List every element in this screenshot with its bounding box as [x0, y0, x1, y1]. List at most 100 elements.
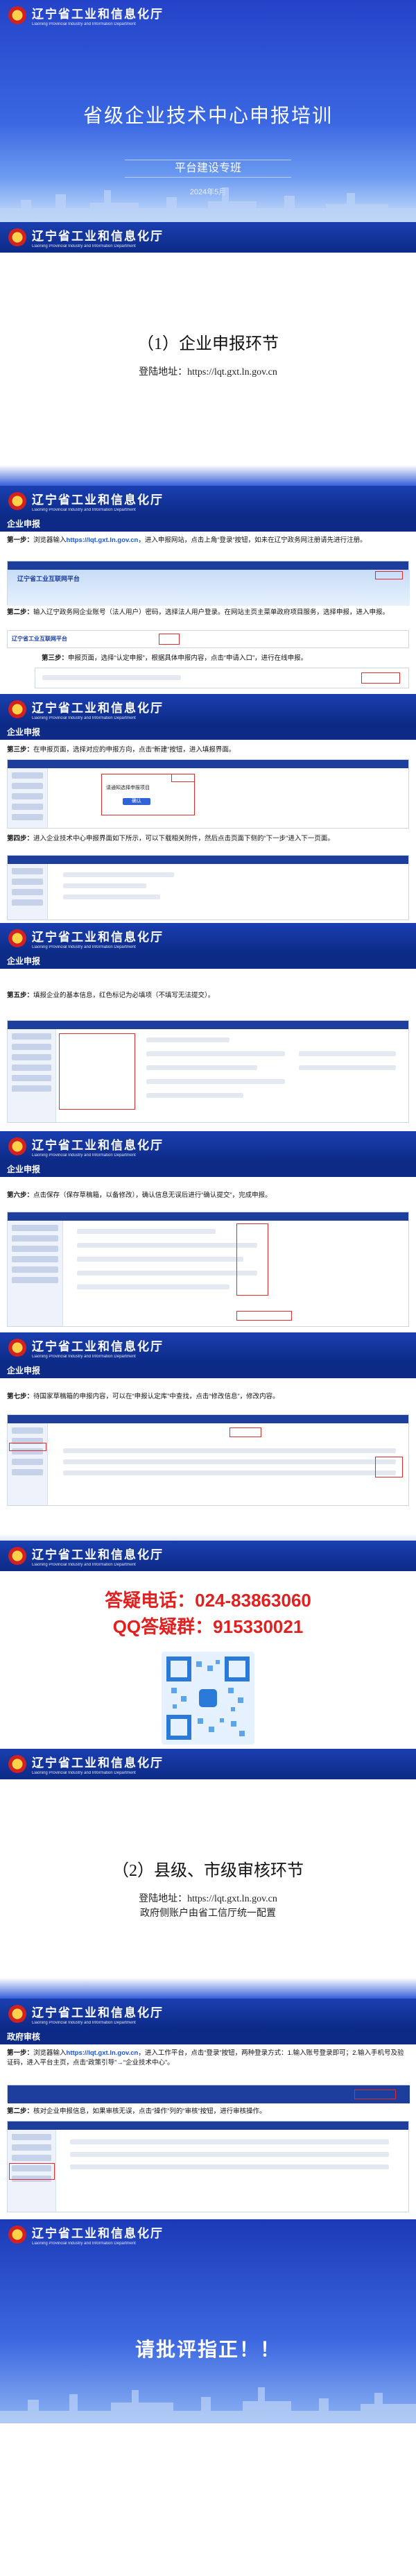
- login-highlight: [375, 571, 403, 579]
- site-name: 辽宁省工业互联网平台: [17, 575, 80, 582]
- emblem-icon: [8, 2005, 26, 2023]
- step-text-a: 浏览器输入: [33, 2049, 67, 2057]
- header-subtitle: Liaoning Provincial Industry and Informa…: [32, 945, 136, 949]
- step-slide-1: 辽宁省工业和信息化厅 Liaoning Provincial Industry …: [0, 486, 416, 694]
- step-text: 第一步：浏览器输入https://lqt.gxt.ln.gov.cn，进入申报网…: [0, 536, 416, 545]
- login-highlight: [354, 2090, 396, 2099]
- header-title: 辽宁省工业和信息化厅: [32, 2006, 164, 2019]
- site-link[interactable]: https://lqt.gxt.ln.gov.cn: [67, 536, 139, 544]
- slide-header: 辽宁省工业和信息化厅 Liaoning Provincial Industry …: [0, 1131, 416, 1162]
- step-text-body: 申报页面，选择“认定申报”，根据具体申报内容，点击“申请入口”，进行在线申报。: [68, 654, 308, 662]
- slide-footer: [0, 465, 416, 486]
- header-title: 辽宁省工业和信息化厅: [32, 1548, 164, 1561]
- new-highlight: [171, 774, 195, 782]
- step-text-body: 待国家草稿箱的申报内容，可以在“申报认定库”中查找，点击“修改信息”，修改内容。: [33, 1393, 279, 1400]
- contact-slide: 辽宁省工业和信息化厅 Liaoning Provincial Industry …: [0, 1541, 416, 1749]
- header-subtitle: Liaoning Provincial Industry and Informa…: [32, 1563, 136, 1567]
- menu-screenshot: 辽宁省工业互联网平台: [7, 630, 409, 648]
- header-title: 辽宁省工业和信息化厅: [32, 1756, 164, 1770]
- menu-highlight: [159, 634, 180, 645]
- review-slide: 辽宁省工业和信息化厅 Liaoning Provincial Industry …: [0, 1999, 416, 2219]
- site-link[interactable]: https://lqt.gxt.ln.gov.cn: [67, 2049, 139, 2057]
- step-text-body: 填报企业的基本信息，红色标记为必填项（不填写无法提交）。: [33, 992, 215, 999]
- step-text-body: 输入辽宁政务网企业账号（法人用户）密码，选择法人用户登录。在网站主页主菜单政府项…: [33, 609, 390, 616]
- header-title: 辽宁省工业和信息化厅: [32, 493, 164, 507]
- step-text: 第二步：输入辽宁政务网企业账号（法人用户）密码，选择法人用户登录。在网站主页主菜…: [0, 608, 416, 618]
- login-url: 登陆地址：https://lqt.gxt.ln.gov.cn: [139, 1894, 277, 1904]
- header-subtitle: Liaoning Provincial Industry and Informa…: [32, 1153, 136, 1158]
- emblem-icon: [8, 6, 26, 24]
- file-highlight: [236, 1223, 268, 1296]
- header-subtitle: Liaoning Provincial Industry and Informa…: [32, 508, 136, 512]
- emblem-icon: [8, 2226, 26, 2244]
- header-subtitle: Liaoning Provincial Industry and Informa…: [32, 22, 136, 26]
- header-title: 辽宁省工业和信息化厅: [32, 702, 164, 715]
- review-screenshot: [7, 2121, 409, 2212]
- phone-line: 答疑电话：024-83863060: [105, 1590, 311, 1611]
- section-bar: 企业申报: [0, 516, 416, 532]
- emblem-icon: [8, 929, 26, 947]
- tab-highlight: [229, 1427, 261, 1437]
- basic-info-screenshot: [7, 1020, 409, 1123]
- login-url: 登陆地址：https://lqt.gxt.ln.gov.cn: [139, 367, 277, 378]
- skyline-graphic: [0, 2387, 416, 2423]
- step-text: 第六步：点击保存（保存草稿箱，以备修改），确认信息无误后进行“确认提交”，完成申…: [0, 1191, 416, 1201]
- step-label: 第一步：: [7, 536, 34, 544]
- slide-header: 辽宁省工业和信息化厅 Liaoning Provincial Industry …: [0, 486, 416, 516]
- ending-text: 请批评指正！！: [135, 2339, 281, 2360]
- confirm-button[interactable]: 确认: [123, 798, 150, 805]
- slide-header: 辽宁省工业和信息化厅 Liaoning Provincial Industry …: [0, 1749, 416, 1779]
- emblem-icon: [8, 228, 26, 246]
- submit-highlight: [236, 1311, 292, 1321]
- step-label: 第七步：: [7, 1393, 34, 1400]
- portal-screenshot: [7, 2085, 410, 2103]
- apply-highlight: [361, 672, 400, 684]
- section-title: （2）县级、市级审核环节: [112, 1862, 304, 1880]
- emblem-icon: [8, 700, 26, 718]
- step-slide-4: 辽宁省工业和信息化厅 Liaoning Provincial Industry …: [0, 1131, 416, 1332]
- header-subtitle: Liaoning Provincial Industry and Informa…: [32, 1355, 136, 1359]
- step-text: 第三步：在申报页面，选择对应的申报方向，点击“新建”按钮，进入填报界面。: [0, 745, 416, 755]
- slide-header: 辽宁省工业和信息化厅 Liaoning Provincial Industry …: [0, 1541, 416, 1571]
- header-subtitle: Liaoning Provincial Industry and Informa…: [32, 2021, 136, 2025]
- slide-footer: [0, 1978, 416, 1999]
- submit-screenshot: [7, 1212, 409, 1327]
- step-text: 第三步：申报页面，选择“认定申报”，根据具体申报内容，点击“申请入口”，进行在线…: [35, 654, 416, 663]
- emblem-icon: [8, 492, 26, 510]
- side-highlight: [9, 2163, 55, 2180]
- qr-code[interactable]: [162, 1652, 254, 1745]
- step-label: 第六步：: [7, 1192, 34, 1199]
- step-text-body: 核对企业申报信息，如果审核无误，点击“操作”列的“审核”按钮，进行审核操作。: [33, 2108, 266, 2115]
- header-title: 辽宁省工业和信息化厅: [32, 2227, 164, 2240]
- step-label: 第三步：: [42, 654, 69, 662]
- qq-line: QQ答疑群：915330021: [112, 1616, 304, 1637]
- step-text-b: ，进入申报网站，点击上角“登录”按钮，如未在辽宁政务网注册请先进行注册。: [138, 536, 367, 544]
- step-label: 第一步：: [7, 2049, 34, 2057]
- site-screenshot: 辽宁省工业互联网平台: [7, 561, 410, 606]
- step-text-body: 在申报页面，选择对应的申报方向，点击“新建”按钮，进入填报界面。: [33, 746, 236, 754]
- section-bar: 企业申报: [0, 954, 416, 969]
- step-text: 第四步：进入企业技术中心申报界面如下所示，可以下载相关附件，然后点击页面下侧的“…: [0, 834, 416, 844]
- step-text-body: 点击保存（保存草稿箱，以备修改），确认信息无误后进行“确认提交”，完成申报。: [33, 1192, 272, 1199]
- slide-header: 辽宁省工业和信息化厅 Liaoning Provincial Industry …: [0, 1332, 416, 1363]
- step-text-a: 浏览器输入: [33, 536, 67, 544]
- section-bar: 企业申报: [0, 1363, 416, 1378]
- section-slide-1: 辽宁省工业和信息化厅 Liaoning Provincial Industry …: [0, 222, 416, 486]
- step-text: 第五步：填报企业的基本信息，红色标记为必填项（不填写无法提交）。: [0, 991, 416, 1001]
- slide-header: 辽宁省工业和信息化厅 Liaoning Provincial Industry …: [0, 222, 416, 253]
- step-slide-2: 辽宁省工业和信息化厅 Liaoning Provincial Industry …: [0, 694, 416, 923]
- edit-highlight: [375, 1457, 403, 1477]
- ending-slide: 辽宁省工业和信息化厅 Liaoning Provincial Industry …: [0, 2219, 416, 2423]
- slide-header: 辽宁省工业和信息化厅 Liaoning Provincial Industry …: [0, 923, 416, 954]
- emblem-icon: [8, 1339, 26, 1357]
- step-label: 第五步：: [7, 992, 34, 999]
- step-label: 第二步：: [7, 2108, 34, 2115]
- step-text: 第七步：待国家草稿箱的申报内容，可以在“申报认定库”中查找，点击“修改信息”，修…: [0, 1392, 416, 1402]
- cover-title: 省级企业技术中心申报培训: [83, 105, 333, 126]
- step-label: 第三步：: [7, 746, 34, 754]
- apply-screenshot: [35, 668, 409, 688]
- emblem-icon: [8, 1137, 26, 1155]
- section-title: （1）企业申报环节: [137, 335, 279, 353]
- section-bar: 企业申报: [0, 724, 416, 740]
- side-highlight: [9, 1443, 46, 1451]
